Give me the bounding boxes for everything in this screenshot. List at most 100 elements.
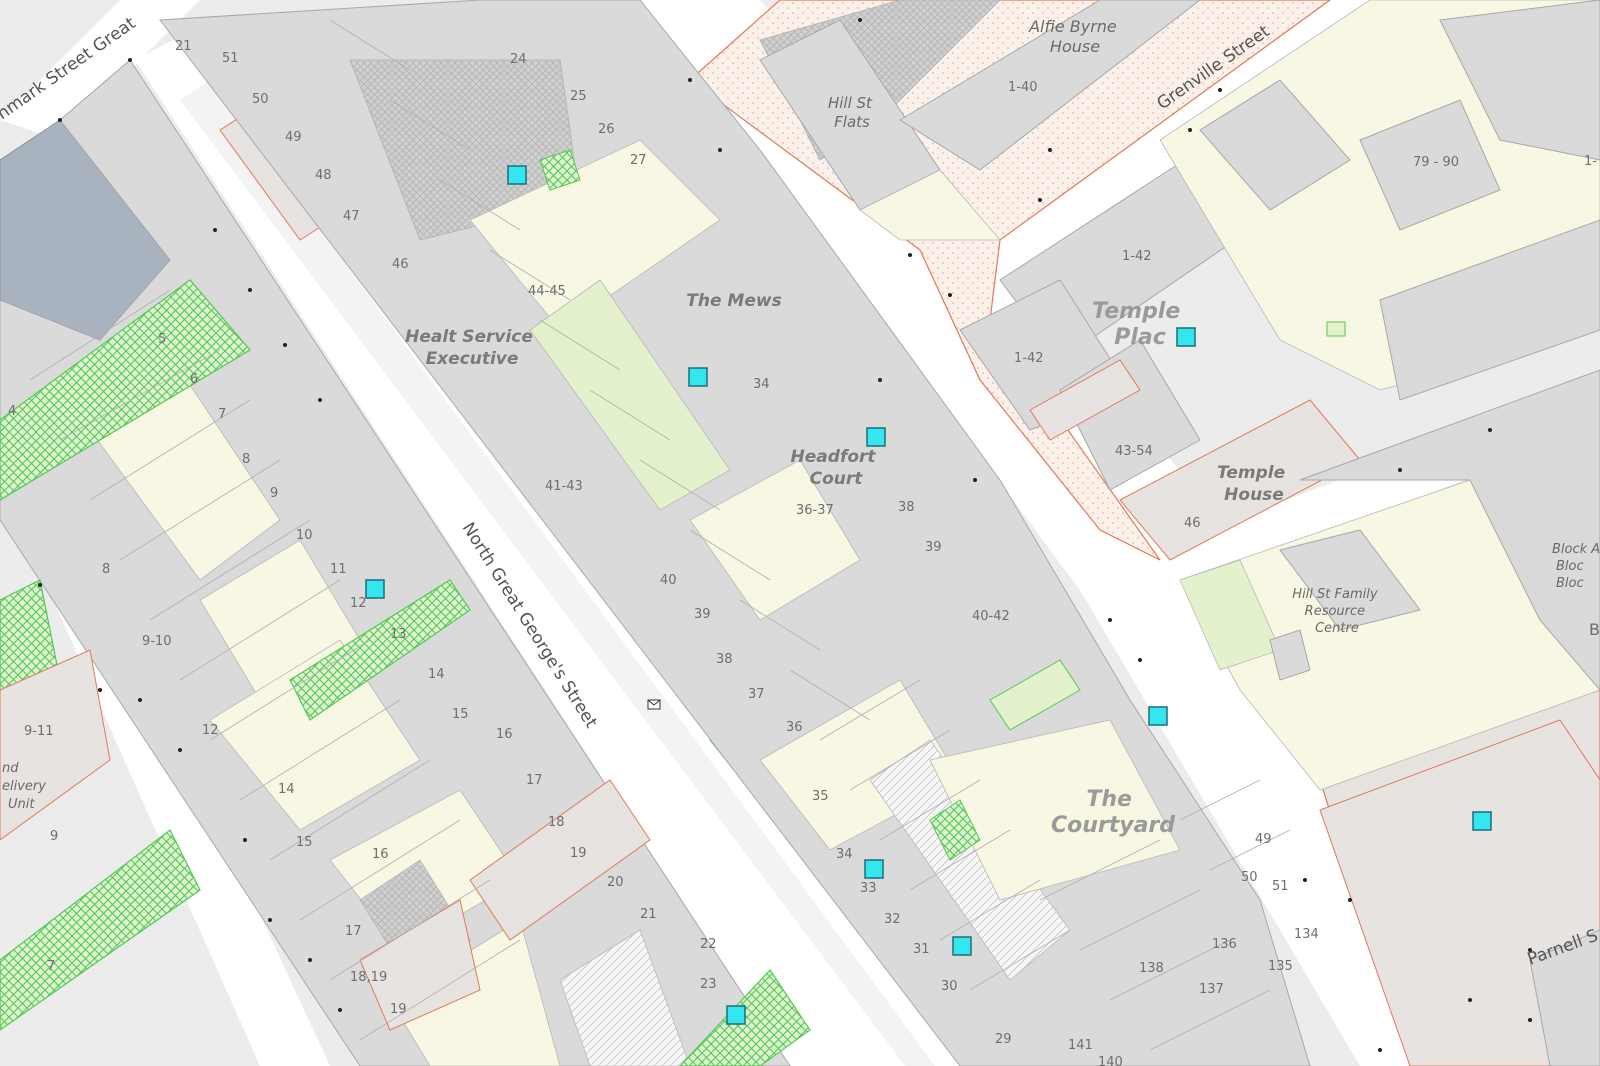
house-number: 4 (8, 404, 16, 419)
house-number: 17 (345, 924, 362, 939)
house-number: 46 (392, 257, 409, 272)
marker-icon[interactable] (1472, 811, 1492, 831)
house-number: 39 (694, 607, 711, 622)
house-number: 79 - 90 (1413, 155, 1459, 170)
marker-icon[interactable] (365, 579, 385, 599)
house-number: 40-42 (972, 609, 1010, 624)
house-number: 39 (925, 540, 942, 555)
marker-icon[interactable] (726, 1005, 746, 1025)
house-number: 22 (700, 937, 717, 952)
green-marker-icon (1326, 321, 1346, 337)
label-line: Alfie Byrne (1028, 17, 1117, 36)
house-number: 50 (1241, 870, 1258, 885)
marker-icon[interactable] (1148, 706, 1168, 726)
house-number: 1- (1584, 154, 1597, 169)
marker-icon[interactable] (866, 427, 886, 447)
house-number: 24 (510, 52, 527, 67)
marker-icon[interactable] (864, 859, 884, 879)
house-number: 49 (1255, 832, 1272, 847)
label-line: Hill St (828, 94, 873, 112)
house-number: 36-37 (796, 503, 834, 518)
house-number: 14 (428, 667, 445, 682)
marker-icon[interactable] (688, 367, 708, 387)
house-number: 137 (1199, 982, 1224, 997)
house-number: 31 (913, 942, 930, 957)
house-number: 40 (660, 573, 677, 588)
house-number: 27 (630, 153, 647, 168)
marker-icon[interactable] (952, 936, 972, 956)
house-number: 29 (995, 1032, 1012, 1047)
house-number: 30 (941, 979, 958, 994)
map-svg[interactable]: North Great George's Street Grenville St… (0, 0, 1600, 1066)
place-label-the-mews: The Mews (686, 291, 781, 311)
house-number: 19 (570, 846, 587, 861)
label-line: Bloc (1556, 576, 1584, 591)
label-line: Hill St Family (1292, 587, 1378, 602)
house-number: 10 (296, 528, 313, 543)
label-line: House (1224, 485, 1284, 505)
house-number: 134 (1294, 927, 1319, 942)
house-number: 51 (222, 51, 239, 66)
house-number: 21 (640, 907, 657, 922)
label-line: Block A (1552, 542, 1600, 557)
house-number: 17 (526, 773, 543, 788)
house-number: 35 (812, 789, 829, 804)
house-number: 16 (372, 847, 389, 862)
house-number: 9 (50, 829, 58, 844)
label-line: Court (810, 469, 864, 489)
house-number: 1-42 (1014, 351, 1044, 366)
house-number: 9 (270, 486, 278, 501)
house-number: 6 (190, 372, 198, 387)
label-line: Courtyard (1051, 813, 1175, 838)
house-number: 15 (296, 835, 313, 850)
label-line: Healt Service (405, 327, 533, 347)
house-number: 34 (836, 847, 853, 862)
house-number: 33 (860, 881, 877, 896)
house-number: 37 (748, 687, 765, 702)
label-line: The (1086, 787, 1132, 812)
place-label-hill-st-flats: Hill St Flats (828, 94, 876, 131)
label-line: Temple (1217, 463, 1285, 483)
house-number: 12 (350, 596, 367, 611)
house-number: 15 (452, 707, 469, 722)
house-number: 47 (343, 209, 360, 224)
label-line: elivery (2, 779, 46, 794)
house-number: 26 (598, 122, 615, 137)
marker-icon[interactable] (1176, 327, 1196, 347)
label-line: Executive (426, 349, 519, 369)
house-number: 48 (315, 168, 332, 183)
house-number: 25 (570, 89, 587, 104)
house-number: 141 (1068, 1038, 1093, 1053)
house-number: 18 (548, 815, 565, 830)
house-number: 34 (753, 377, 770, 392)
label-line: Temple (1092, 299, 1180, 324)
house-number: 41-43 (545, 479, 583, 494)
label-line: Resource (1305, 604, 1366, 619)
house-number: 20 (607, 875, 624, 890)
house-number: 49 (285, 130, 302, 145)
envelope-icon (647, 699, 661, 710)
label-line: Centre (1315, 621, 1359, 636)
house-number: 51 (1272, 879, 1289, 894)
house-number: 50 (252, 92, 269, 107)
house-number: 1-42 (1122, 249, 1152, 264)
label-line: Unit (8, 797, 35, 812)
house-number: 136 (1212, 937, 1237, 952)
house-number: 38 (716, 652, 733, 667)
house-number: 5 (158, 332, 166, 347)
house-number: 9-11 (24, 724, 54, 739)
house-number: 8 (102, 562, 110, 577)
house-number: 7 (218, 407, 226, 422)
map-canvas[interactable]: North Great George's Street Grenville St… (0, 0, 1600, 1066)
house-number: 23 (700, 977, 717, 992)
house-number: 12 (202, 723, 219, 738)
house-number: 9-10 (142, 634, 172, 649)
label-line: nd (2, 761, 19, 776)
label-line: Headfort (791, 447, 877, 467)
house-number: B (1589, 620, 1600, 639)
house-number: 140 (1098, 1055, 1123, 1066)
house-number: 38 (898, 500, 915, 515)
marker-icon[interactable] (507, 165, 527, 185)
house-number: 32 (884, 912, 901, 927)
house-number: 19 (390, 1002, 407, 1017)
